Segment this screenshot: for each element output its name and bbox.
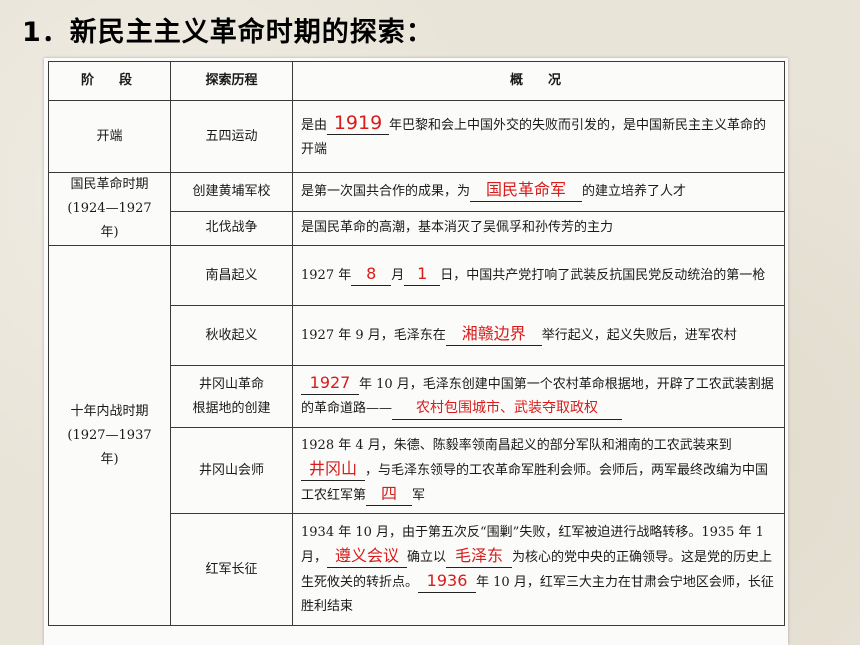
process-cell: 井冈山革命 根据地的创建	[170, 365, 293, 428]
overview-cell: 是第一次国共合作的成果，为 国民革命军 的建立培养了人才	[292, 172, 785, 212]
table-row: 十年内战时期 (1927—1937 年) 南昌起义 1927 年 8 月 1 日，中国共产…	[48, 245, 785, 626]
overview-cell: 1927 年 8 月 1 日，中国共产党打响了武装反抗国民党反动统治的第一枪	[292, 245, 785, 306]
answer-blank[interactable]: 四	[366, 483, 413, 506]
header-process: 探索历程	[170, 61, 293, 101]
overview-cell: 是国民革命的高潮，基本消灭了吴佩孚和孙传芳的主力	[292, 210, 785, 247]
answer-blank[interactable]: 1936	[418, 570, 477, 593]
answer-blank[interactable]: 井冈山	[301, 458, 365, 481]
header-overview: 概 况	[292, 61, 785, 101]
answer-blank[interactable]: 8	[351, 263, 392, 286]
answer-blank[interactable]: 1927	[301, 372, 359, 395]
answer-blank[interactable]: 湘赣边界	[445, 323, 542, 346]
page-title: 1．新民主主义革命时期的探索：	[22, 17, 434, 48]
table-row: 开端 五四运动 是由 1919 年巴黎和会上中国外交的失败而引发的，是中国新民主主义…	[48, 100, 785, 173]
answer-blank[interactable]: 国民革命军	[470, 179, 583, 203]
process-cell: 井冈山会师	[170, 427, 293, 514]
exploration-table: 阶 段 探索历程 概 况 开端 五四运动 是由 1919 年巴黎和会上中国外交的失败…	[48, 61, 785, 626]
overview-cell: 1934 年 10 月，由于第五次反“围剿”失败，红军被迫进行战略转移。1935…	[292, 513, 785, 626]
overview-cell: 1927 年 10 月，毛泽东创建中国第一个农村革命根据地，开辟了工农武装割据的革…	[292, 365, 785, 428]
overview-cell: 是由 1919 年巴黎和会上中国外交的失败而引发的，是中国新民主主义革命的开端	[292, 100, 785, 173]
stage-cell: 十年内战时期 (1927—1937 年)	[48, 245, 171, 626]
table-header-row: 阶 段 探索历程 概 况	[48, 61, 785, 101]
answer-blank[interactable]: 1	[404, 263, 441, 286]
process-cell: 秋收起义	[170, 305, 293, 366]
table-row: 国民革命时期 (1924—1927 年) 创建黄埔军校 是第一次国共合作的成果，为…	[48, 172, 785, 246]
overview-cell: 1927 年 9 月，毛泽东在 湘赣边界 举行起义，起义失败后，进军农村	[292, 305, 785, 366]
exploration-table-sheet: 阶 段 探索历程 概 况 开端 五四运动 是由 1919 年巴黎和会上中国外交的失败…	[44, 58, 788, 645]
stage-cell: 开端	[48, 100, 171, 173]
answer-blank[interactable]: 农村包围城市、武装夺取政权	[392, 397, 623, 420]
answer-blank[interactable]: 毛泽东	[446, 545, 513, 568]
overview-cell: 1928 年 4 月，朱德、陈毅率领南昌起义的部分军队和湘南的工农武装来到井冈山…	[292, 427, 785, 514]
process-cell: 南昌起义	[170, 245, 293, 306]
process-cell: 北伐战争	[170, 210, 293, 247]
process-cell: 创建黄埔军校	[170, 172, 293, 212]
answer-blank[interactable]: 1919	[327, 112, 390, 135]
stage-cell: 国民革命时期 (1924—1927 年)	[48, 172, 171, 246]
process-cell: 红军长征	[170, 513, 293, 626]
header-stage: 阶 段	[48, 61, 171, 101]
answer-blank[interactable]: 遵义会议	[327, 545, 408, 568]
process-cell: 五四运动	[170, 100, 293, 173]
